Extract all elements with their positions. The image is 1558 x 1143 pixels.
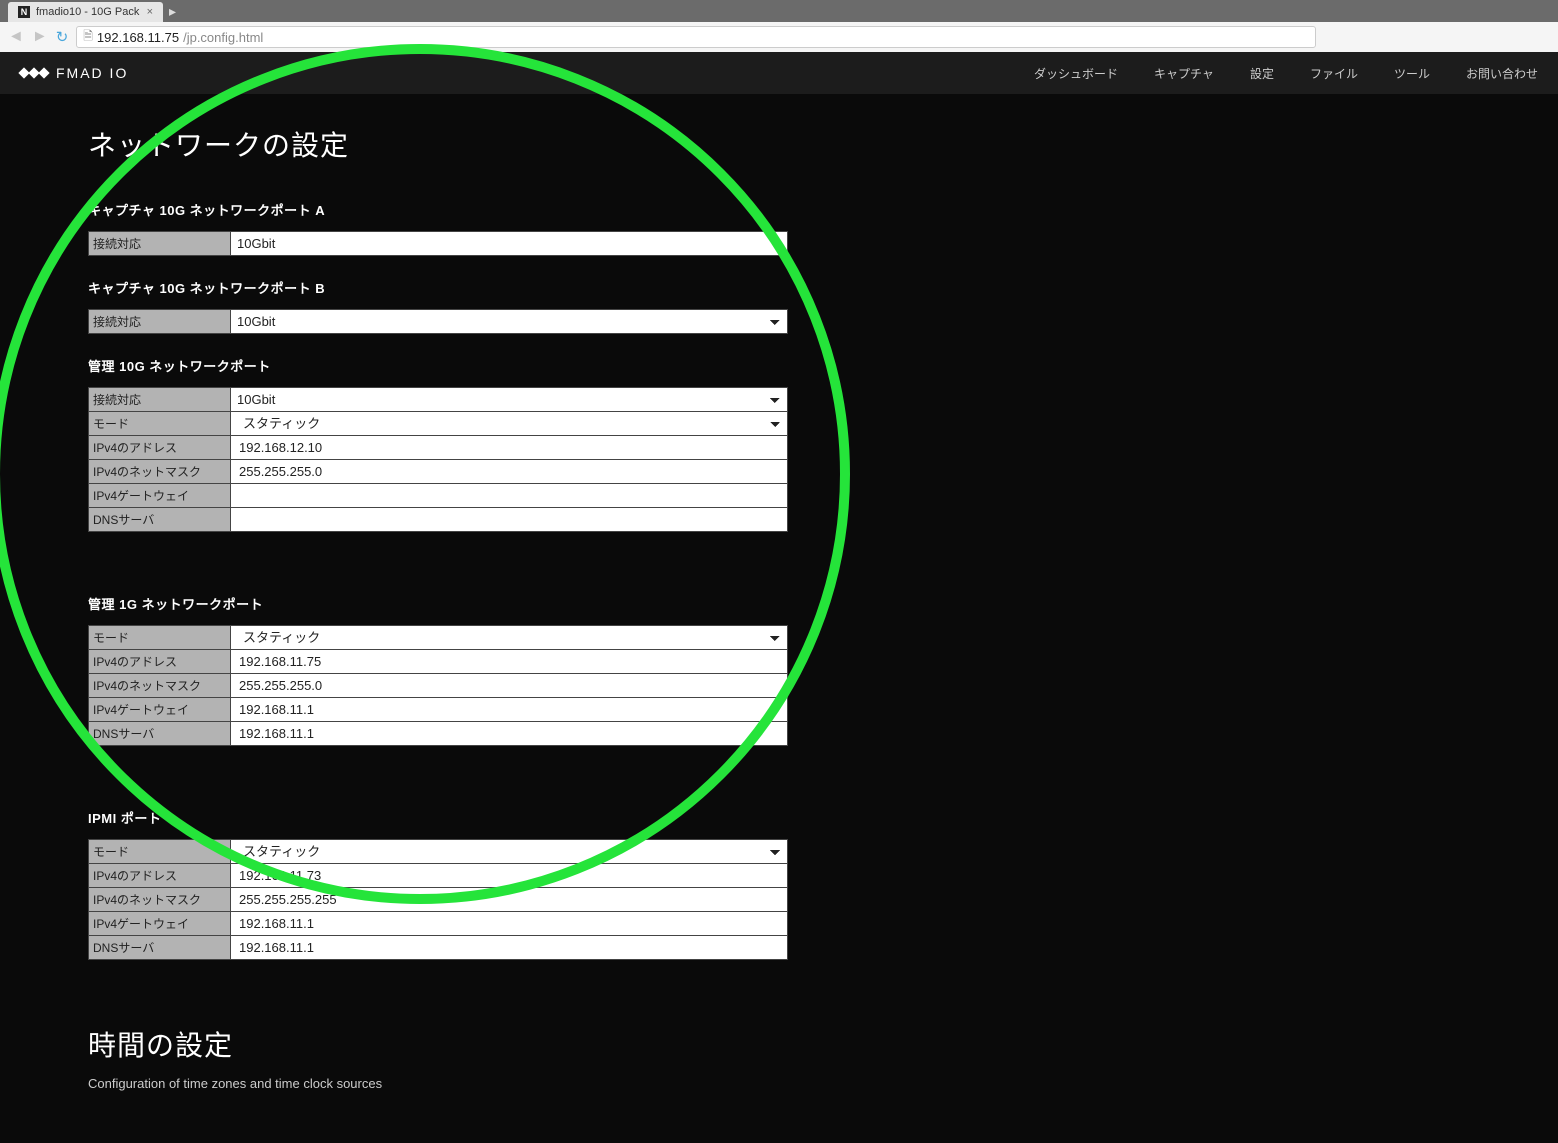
tab-bar: N fmadio10 - 10G Pack × ▸: [0, 0, 1558, 22]
select-mgmt1g-mode[interactable]: スタティック: [231, 627, 787, 649]
nav-files[interactable]: ファイル: [1310, 65, 1358, 82]
label-ipv4-gateway: IPv4ゲートウェイ: [89, 484, 231, 508]
input-ipmi-ipv4-gateway[interactable]: [231, 913, 787, 935]
nav-contact[interactable]: お問い合わせ: [1466, 65, 1538, 82]
brand-name: FMAD IO: [56, 65, 128, 81]
row-link-support: 接続対応 10Gbit: [89, 310, 788, 334]
url-input[interactable]: 🗎 192.168.11.75/jp.config.html: [76, 26, 1316, 48]
config-table-ipmi: モード スタティック IPv4のアドレス IPv4のネットマスク IPv4ゲート…: [88, 839, 788, 960]
config-table-capture-a: 接続対応 10Gbit: [88, 231, 788, 256]
back-button[interactable]: ◄: [8, 28, 24, 46]
label-link-support: 接続対応: [89, 232, 231, 256]
select-ipmi-mode[interactable]: スタティック: [231, 841, 787, 863]
forward-button[interactable]: ►: [32, 28, 48, 46]
label-mode: モード: [89, 412, 231, 436]
label-ipv4-gateway: IPv4ゲートウェイ: [89, 698, 231, 722]
label-ipv4-netmask: IPv4のネットマスク: [89, 888, 231, 912]
page-icon: 🗎: [83, 27, 93, 48]
config-table-capture-b: 接続対応 10Gbit: [88, 309, 788, 334]
label-dns-server: DNSサーバ: [89, 508, 231, 532]
label-ipv4-netmask: IPv4のネットマスク: [89, 460, 231, 484]
section-heading-capture-b: キャプチャ 10G ネットワークポート B: [88, 278, 1470, 297]
input-mgmt10g-dns[interactable]: [231, 509, 787, 531]
label-ipv4-address: IPv4のアドレス: [89, 650, 231, 674]
new-tab-button[interactable]: ▸: [163, 3, 182, 20]
input-mgmt10g-ipv4-address[interactable]: [231, 437, 787, 459]
input-mgmt1g-ipv4-netmask[interactable]: [231, 675, 787, 697]
tab-close-icon[interactable]: ×: [147, 6, 153, 18]
label-dns-server: DNSサーバ: [89, 722, 231, 746]
brand-logo-icon: [20, 65, 48, 81]
tab-title: fmadio10 - 10G Pack: [36, 6, 139, 18]
input-mgmt1g-ipv4-gateway[interactable]: [231, 699, 787, 721]
select-mgmt10g-mode[interactable]: スタティック: [231, 413, 787, 435]
main-nav: ダッシュボード キャプチャ 設定 ファイル ツール お問い合わせ: [1034, 65, 1538, 82]
label-ipv4-address: IPv4のアドレス: [89, 436, 231, 460]
section-heading-mgmt1g: 管理 1G ネットワークポート: [88, 594, 1470, 613]
label-ipv4-address: IPv4のアドレス: [89, 864, 231, 888]
label-mode: モード: [89, 840, 231, 864]
nav-dashboard[interactable]: ダッシュボード: [1034, 65, 1118, 82]
input-mgmt1g-ipv4-address[interactable]: [231, 651, 787, 673]
page-title: ネットワークの設定: [88, 124, 1470, 164]
address-bar: ◄ ► ↻ 🗎 192.168.11.75/jp.config.html: [0, 22, 1558, 52]
section-heading-ipmi: IPMI ポート: [88, 808, 1470, 827]
input-ipmi-ipv4-address[interactable]: [231, 865, 787, 887]
config-table-mgmt1g: モード スタティック IPv4のアドレス IPv4のネットマスク IPv4ゲート…: [88, 625, 788, 746]
tab-favicon: N: [18, 6, 30, 18]
label-ipv4-gateway: IPv4ゲートウェイ: [89, 912, 231, 936]
select-capture-b-link[interactable]: 10Gbit: [231, 311, 787, 333]
url-path: /jp.config.html: [183, 30, 263, 45]
input-ipmi-dns[interactable]: [231, 937, 787, 959]
label-link-support: 接続対応: [89, 310, 231, 334]
input-ipmi-ipv4-netmask[interactable]: [231, 889, 787, 911]
time-section-title: 時間の設定: [88, 1024, 1470, 1064]
input-mgmt10g-ipv4-gateway[interactable]: [231, 485, 787, 507]
section-heading-mgmt10g: 管理 10G ネットワークポート: [88, 356, 1470, 375]
nav-tools[interactable]: ツール: [1394, 65, 1430, 82]
main-content: ネットワークの設定 キャプチャ 10G ネットワークポート A 接続対応 10G…: [0, 94, 1558, 1131]
config-table-mgmt10g: 接続対応 10Gbit モード スタティック IPv4のアドレス IPv4のネッ…: [88, 387, 788, 532]
url-host: 192.168.11.75: [97, 30, 179, 45]
select-capture-a-link[interactable]: 10Gbit: [231, 233, 787, 255]
label-ipv4-netmask: IPv4のネットマスク: [89, 674, 231, 698]
brand-logo[interactable]: FMAD IO: [20, 65, 128, 81]
input-mgmt1g-dns[interactable]: [231, 723, 787, 745]
section-heading-capture-a: キャプチャ 10G ネットワークポート A: [88, 200, 1470, 219]
select-mgmt10g-link[interactable]: 10Gbit: [231, 389, 787, 411]
row-link-support: 接続対応 10Gbit: [89, 232, 788, 256]
reload-button[interactable]: ↻: [56, 28, 69, 46]
label-mode: モード: [89, 626, 231, 650]
input-mgmt10g-ipv4-netmask[interactable]: [231, 461, 787, 483]
time-section-subtitle: Configuration of time zones and time clo…: [88, 1076, 1470, 1091]
browser-tab[interactable]: N fmadio10 - 10G Pack ×: [8, 2, 163, 22]
label-link-support: 接続対応: [89, 388, 231, 412]
label-dns-server: DNSサーバ: [89, 936, 231, 960]
browser-chrome: N fmadio10 - 10G Pack × ▸ ◄ ► ↻ 🗎 192.16…: [0, 0, 1558, 52]
app-header: FMAD IO ダッシュボード キャプチャ 設定 ファイル ツール お問い合わせ: [0, 52, 1558, 94]
nav-capture[interactable]: キャプチャ: [1154, 65, 1214, 82]
nav-settings[interactable]: 設定: [1250, 65, 1274, 82]
